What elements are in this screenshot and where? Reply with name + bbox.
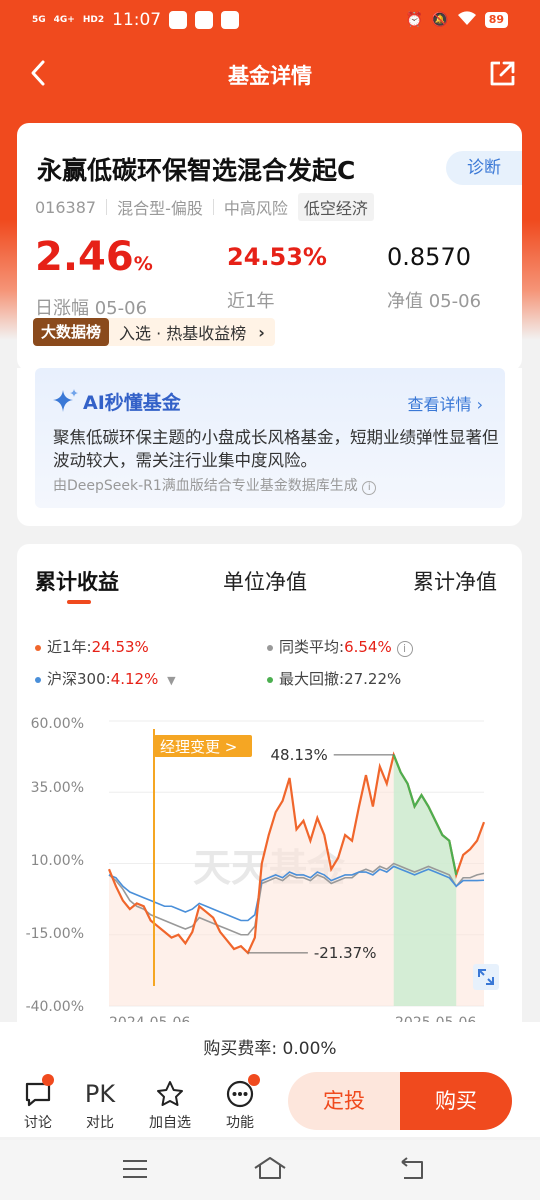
legend-index-value: 4.12%: [110, 670, 159, 688]
chevron-right-icon: ›: [258, 322, 265, 342]
legend-fund-label: 近1年:: [47, 638, 92, 656]
nav-value: 0.8570: [387, 243, 471, 271]
daily-change-unit: %: [133, 253, 153, 275]
status-bar: 5G 4G+ HD2 11:07 ⏰ 🔕 89: [0, 0, 540, 40]
share-icon[interactable]: [486, 58, 518, 90]
fund-name: 永赢低碳环保智选混合发起C: [37, 156, 356, 185]
add-favorite-button[interactable]: 加自选: [140, 1080, 200, 1132]
app-notification-icon: [169, 11, 188, 29]
nav-metric: 0.8570 净值 05-06: [387, 231, 481, 313]
nav-label: 净值 05-06: [387, 291, 482, 312]
ai-source-note: 由DeepSeek-R1满血版结合专业基金数据库生成 i: [53, 475, 377, 495]
tab-cumulative-return[interactable]: 累计收益: [35, 566, 119, 596]
hd-icon: HD2: [82, 15, 105, 25]
legend-drawdown-value: 27.22%: [344, 670, 402, 688]
app2-notification-icon: [221, 11, 240, 29]
legend-dot: [35, 644, 41, 651]
auto-invest-button[interactable]: 定投: [288, 1072, 400, 1130]
expand-chart-icon[interactable]: [473, 964, 499, 990]
daily-change-label: 日涨幅 05-06: [35, 298, 148, 319]
divider: [106, 199, 108, 215]
legend-dot: [35, 676, 41, 683]
min-value-label: -21.37%: [314, 944, 377, 962]
fund-code: 016387: [35, 197, 97, 217]
ai-card-container: AI秒懂基金 查看详情 › 聚焦低碳环保主题的小盘成长风格基金，短期业绩弹性显著…: [17, 368, 522, 526]
discuss-label: 讨论: [24, 1115, 52, 1131]
view-details-label: 查看详情: [407, 395, 472, 414]
fund-type: 混合型-偏股: [117, 199, 203, 218]
ai-source-text: 由DeepSeek-R1满血版结合专业基金数据库生成: [53, 478, 358, 494]
ai-title: AI秒懂基金: [83, 392, 181, 414]
fund-theme-tag[interactable]: 低空经济: [297, 193, 374, 221]
notification-dot: [248, 1074, 260, 1086]
legend-drawdown-label: 最大回撤:: [279, 670, 345, 688]
page-title: 基金详情: [228, 64, 312, 88]
compare-label: 对比: [86, 1115, 114, 1131]
legend-drawdown: 最大回撤:27.22%: [267, 668, 401, 689]
legend-fund: 近1年:24.53%: [35, 636, 149, 657]
diagnose-button[interactable]: 诊断: [446, 151, 522, 185]
manager-change-label: 经理变更 >: [160, 738, 237, 756]
battery-icon: 89: [484, 12, 508, 28]
dropdown-triangle-icon: ▼: [167, 674, 176, 687]
year-return-label: 近1年: [227, 291, 275, 312]
add-favorite-label: 加自选: [149, 1115, 191, 1131]
ai-description: 聚焦低碳环保主题的小盘成长风格基金，短期业绩弹性显著但波动较大，需关注行业集中度…: [53, 428, 499, 470]
info-icon[interactable]: i: [396, 641, 413, 657]
tab-cumulative-nav[interactable]: 累计净值: [413, 566, 497, 596]
status-time: 11:07: [112, 10, 162, 30]
chevron-right-icon: ›: [476, 395, 483, 414]
active-tab-indicator: [67, 600, 91, 604]
year-return-metric: 24.53% 近1年: [227, 231, 327, 313]
year-return-value: 24.53%: [227, 243, 327, 271]
tab-unit-nav[interactable]: 单位净值: [223, 566, 307, 596]
fund-risk: 中高风险: [223, 199, 288, 218]
legend-index-label: 沪深300:: [47, 670, 111, 688]
video-notification-icon: [195, 11, 214, 29]
rank-text: 入选 · 热基收益榜: [119, 324, 247, 343]
daily-change-value: 2.46: [35, 234, 134, 280]
sparkle-icon: [53, 389, 78, 412]
notification-dot: [42, 1074, 54, 1086]
signal-5g-icon: 5G: [32, 15, 46, 25]
rank-banner[interactable]: 大数据榜 入选 · 热基收益榜 ›: [33, 318, 275, 346]
fund-info-card: 永赢低碳环保智选混合发起C 诊断 016387 混合型-偏股 中高风险 低空经济…: [17, 123, 522, 371]
chart-card: 累计收益 单位净值 累计净值 近1年:24.53% 同类平均:6.54% i 沪…: [17, 544, 522, 1044]
functions-button[interactable]: 功能: [210, 1074, 270, 1132]
legend-peer: 同类平均:6.54% i: [267, 636, 413, 657]
buy-button[interactable]: 购买: [400, 1072, 512, 1130]
pk-icon: PK: [84, 1080, 116, 1108]
alarm-icon: ⏰: [405, 12, 424, 28]
discuss-button[interactable]: 讨论: [8, 1074, 68, 1132]
signal-4g-icon: 4G+: [53, 15, 75, 25]
legend-fund-value: 24.53%: [91, 638, 149, 656]
ai-summary-panel[interactable]: AI秒懂基金 查看详情 › 聚焦低碳环保主题的小盘成长风格基金，短期业绩弹性显著…: [35, 368, 505, 508]
nav-bar: 基金详情: [0, 46, 540, 102]
back-nav-icon[interactable]: [396, 1154, 426, 1182]
rank-badge: 大数据榜: [33, 318, 110, 346]
fund-tags: 016387 混合型-偏股 中高风险 低空经济: [35, 193, 374, 221]
system-nav-bar: [0, 1140, 540, 1200]
max-value-label: 48.13%: [271, 746, 328, 764]
star-icon: [157, 1081, 183, 1106]
return-chart[interactable]: 天天基金 经理变更 >48.13%-21.37% 2024-05-06 2025…: [17, 709, 522, 1039]
purchase-fee: 购买费率: 0.00%: [203, 1039, 337, 1059]
wifi-icon: [457, 10, 477, 30]
view-details-link[interactable]: 查看详情 ›: [407, 391, 483, 415]
legend-dot: [267, 644, 273, 651]
menu-icon[interactable]: [120, 1158, 150, 1180]
info-icon[interactable]: i: [362, 481, 377, 495]
compare-button[interactable]: PK 对比: [70, 1080, 130, 1132]
chart-tabs: 累计收益 单位净值 累计净值: [17, 566, 521, 606]
legend-peer-value: 6.54%: [344, 638, 392, 656]
legend-peer-label: 同类平均:: [279, 638, 345, 656]
mute-icon: 🔕: [431, 12, 449, 28]
functions-label: 功能: [226, 1115, 254, 1131]
legend-dot: [267, 676, 273, 683]
home-icon[interactable]: [252, 1154, 288, 1182]
daily-change-metric: 2.46% 日涨幅 05-06: [35, 231, 153, 320]
divider: [212, 199, 214, 215]
legend-index[interactable]: 沪深300:4.12% ▼: [35, 668, 176, 689]
bottom-bar: 购买费率: 0.00% 讨论 PK 对比 加自选 功能 定投 购买: [0, 1022, 540, 1137]
